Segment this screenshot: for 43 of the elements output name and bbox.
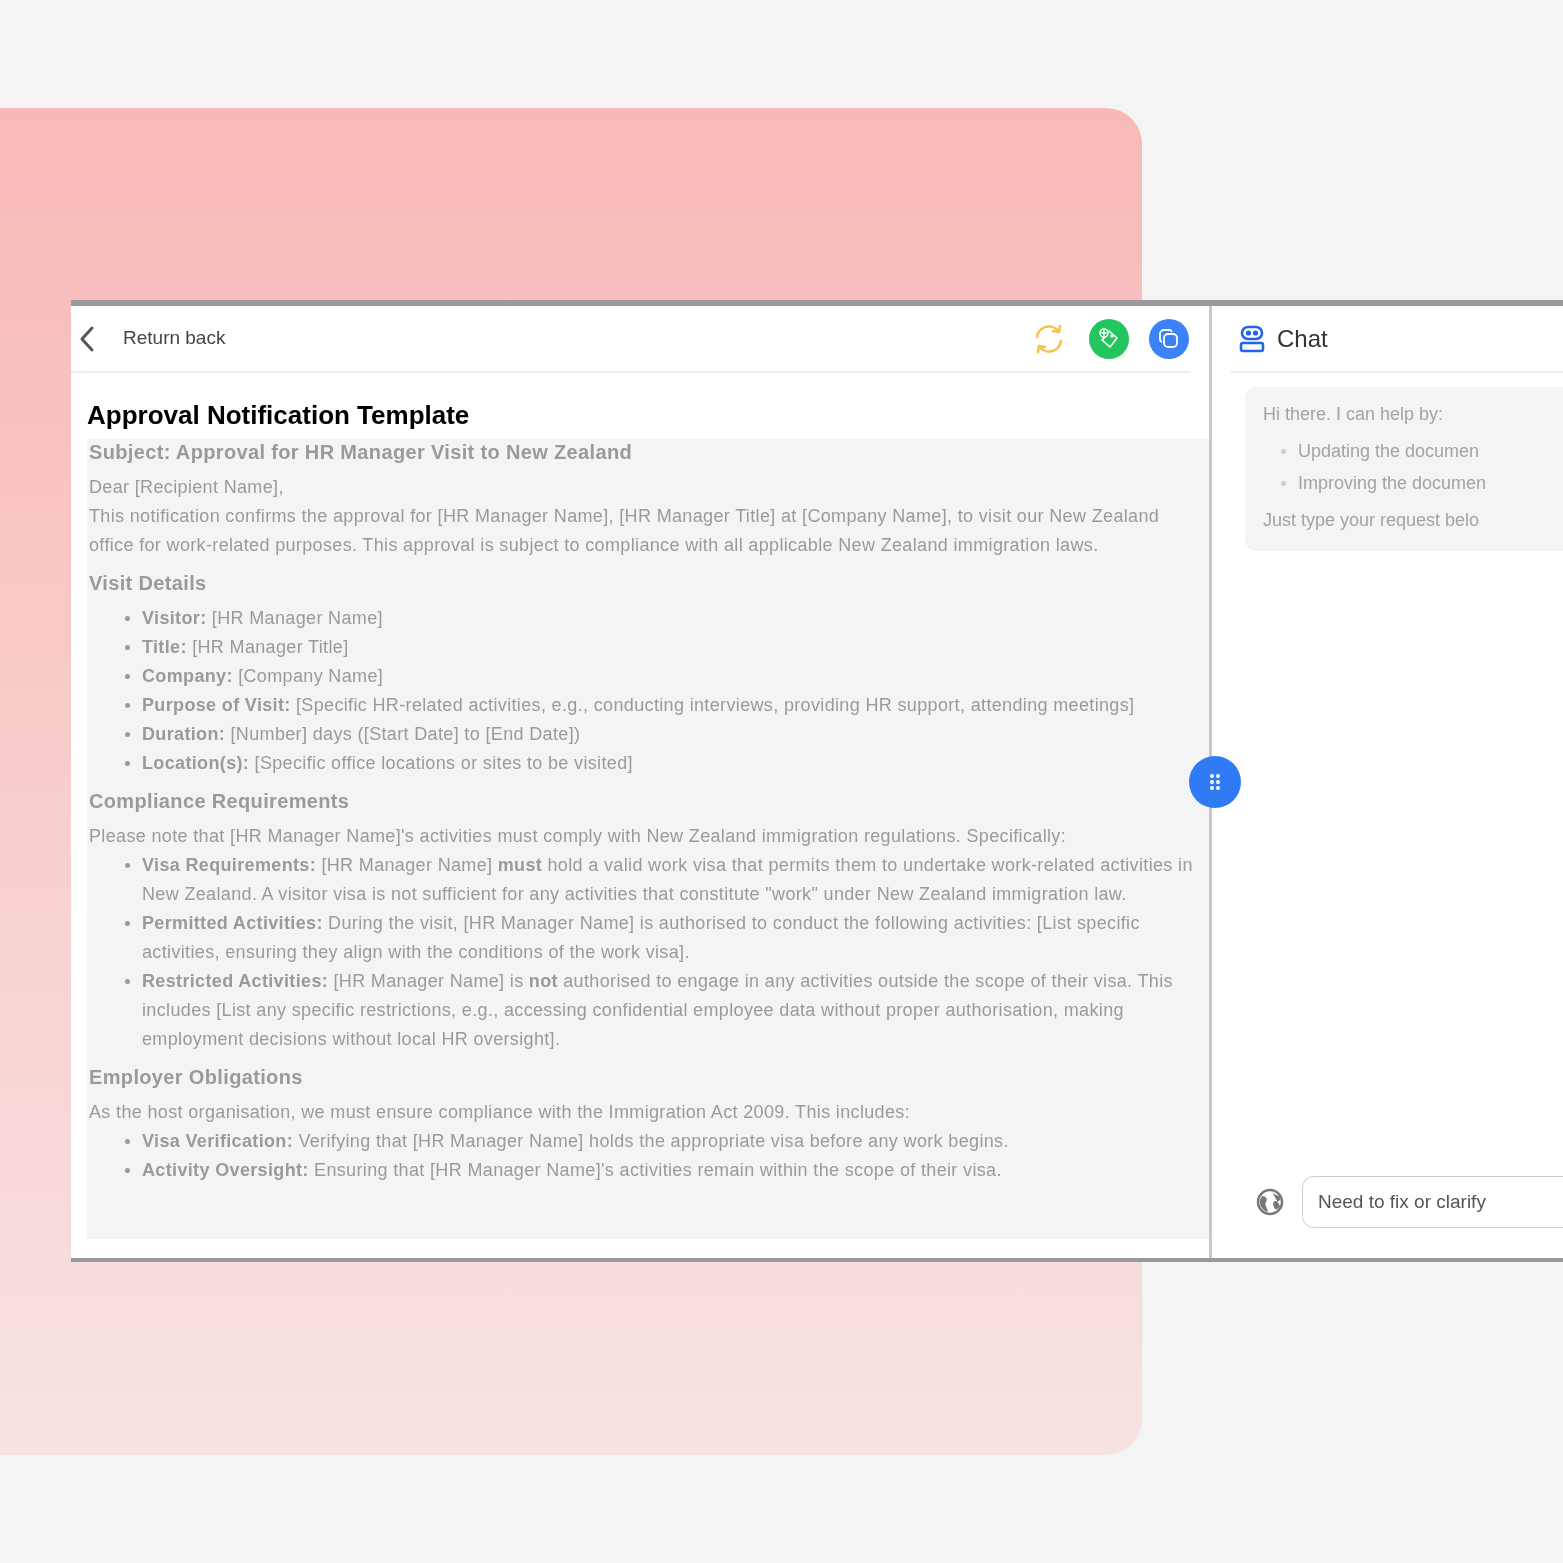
chat-title: Chat xyxy=(1277,323,1328,354)
section-heading: Employer Obligations xyxy=(89,1065,304,1090)
chat-input[interactable]: Need to fix or clarify xyxy=(1302,1176,1563,1228)
bullet-icon xyxy=(125,645,130,650)
list-item: Visitor: [HR Manager Name] xyxy=(142,607,383,630)
list-item: Company: [Company Name] xyxy=(142,665,384,688)
chat-message: Hi there. I can help by: Updating the documen Improving the documen Just type your request belo xyxy=(1245,387,1563,551)
list-item: Visa Requirements: [HR Manager Name] must hold a valid work visa that permits them to undertake work-related activities in New Zealand. A visitor visa is not sufficient for any activities that constitute "work" under New Zealand immigration law. xyxy=(142,854,1193,906)
list-item: Restricted Activities: [HR Manager Name] is not authorised to engage in any activities outside the scope of their visa. This includes [List any specific restrictions, e.g., accessing confidential employee data without proper authorisation, making employment decisions without local HR oversight]. xyxy=(142,970,1174,1051)
grip-icon xyxy=(1209,773,1221,791)
bullet-icon xyxy=(125,674,130,679)
paragraph: As the host organisation, we must ensure compliance with the Immigration Act 2009. This includes: xyxy=(89,1101,912,1124)
bullet-icon xyxy=(125,1139,130,1144)
list-item: Purpose of Visit: [Specific HR-related activities, e.g., conducting interviews, providing HR support, attending meetings] xyxy=(142,694,1135,717)
document-title: Approval Notification Template xyxy=(87,399,471,431)
document-subject: Subject: Approval for HR Manager Visit to New Zealand xyxy=(89,440,634,465)
bullet-icon xyxy=(125,863,130,868)
bullet-icon xyxy=(125,732,130,737)
robot-icon xyxy=(1239,324,1265,353)
bullet-icon xyxy=(125,921,130,926)
list-item: Activity Oversight: Ensuring that [HR Manager Name]'s activities remain within the scope of their visa. xyxy=(142,1159,1002,1182)
list-item: Visa Verification: Verifying that [HR Manager Name] holds the appropriate visa before any work begins. xyxy=(142,1130,1009,1153)
bullet-icon xyxy=(125,979,130,984)
drag-handle[interactable] xyxy=(1189,756,1241,808)
tag-plus-icon xyxy=(1097,326,1121,351)
paragraph: This notification confirms the approval for [HR Manager Name], [HR Manager Title] at [Company Name], to visit our New Zealand office for work-related purposes. This approval is subject to compliance with all applicable New Zealand immigration laws. xyxy=(89,505,1161,557)
section-heading: Visit Details xyxy=(89,571,208,596)
bullet-icon xyxy=(125,1168,130,1173)
copy-icon xyxy=(1157,326,1181,351)
bullet-icon xyxy=(125,703,130,708)
back-button[interactable]: Return back xyxy=(71,324,226,353)
globe-icon xyxy=(1256,1188,1284,1216)
copy-button[interactable] xyxy=(1149,318,1189,359)
bullet-icon xyxy=(125,761,130,766)
add-tag-button[interactable] xyxy=(1089,318,1129,359)
bullet-icon xyxy=(125,616,130,621)
list-item: Duration: [Number] days ([Start Date] to [End Date]) xyxy=(142,723,581,746)
paragraph: Please note that [HR Manager Name]'s activities must comply with New Zealand immigration regulations. Specifically: xyxy=(89,825,1068,848)
list-item: Title: [HR Manager Title] xyxy=(142,636,349,659)
list-item: Permitted Activities: During the visit, [HR Manager Name] is authorised to conduct the following activities: [List specific activities, ensuring they align with the conditions of the work visa]. xyxy=(142,912,1141,964)
paragraph: Dear [Recipient Name], xyxy=(89,476,285,499)
list-item: Location(s): [Specific office locations or sites to be visited] xyxy=(142,752,633,775)
section-heading: Compliance Requirements xyxy=(89,789,351,814)
